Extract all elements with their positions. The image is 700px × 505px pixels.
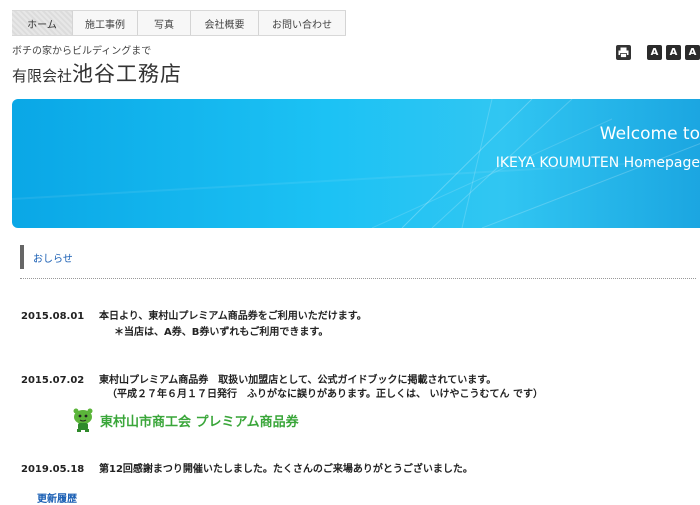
hero-banner: Welcome to IKEYA KOUMUTEN Homepage <box>12 99 700 228</box>
premium-voucher-banner[interactable]: 東村山市商工会 プレミアム商品券 <box>72 407 299 433</box>
news-text: 本日より、東村山プレミアム商品券をご利用いただけます。 <box>99 311 367 322</box>
tab-home[interactable]: ホーム <box>12 11 73 35</box>
news-item: 2019.05.18 第12回感謝まつり開催いたしました。たくさんのご来場ありがと… <box>21 460 473 475</box>
site-header: ボチの家からビルディングまで 有限会社池谷工務店 <box>0 38 700 96</box>
site-tagline: ボチの家からビルディングまで <box>12 46 152 57</box>
news-subtext: ＊当店は、A券、B券いずれもご利用できます。 <box>114 327 329 338</box>
premium-voucher-label: 東村山市商工会 プレミアム商品券 <box>100 414 299 430</box>
company-name: 池谷工務店 <box>72 62 183 86</box>
nav-tabs: ホーム 施工事例 写真 会社概要 お問い合わせ <box>12 10 346 36</box>
font-size-small-button[interactable]: A <box>647 45 662 60</box>
font-size-medium-button[interactable]: A <box>666 45 681 60</box>
news-heading: おしらせ <box>20 245 73 269</box>
page-tools: A A A <box>616 44 700 61</box>
mascot-icon <box>73 408 93 432</box>
tab-photos[interactable]: 写真 <box>138 11 191 35</box>
tab-company[interactable]: 会社概要 <box>191 11 259 35</box>
news-subtext: （平成２７年６月１７日発行 ふりがなに誤りがあります。正しくは、 いけやこうむて… <box>107 389 543 400</box>
news-item: 2015.08.01 本日より、東村山プレミアム商品券をご利用いただけます。 <box>21 307 367 322</box>
news-date: 2015.08.01 <box>21 311 85 322</box>
company-logo[interactable]: 有限会社池谷工務店 <box>12 58 182 88</box>
news-date: 2019.05.18 <box>21 464 85 475</box>
tab-works[interactable]: 施工事例 <box>73 11 138 35</box>
font-size-large-button[interactable]: A <box>685 45 700 60</box>
update-history-link[interactable]: 更新履歴 <box>37 490 77 505</box>
tab-contact[interactable]: お問い合わせ <box>259 11 346 35</box>
hero-site-name: IKEYA KOUMUTEN Homepage <box>495 155 700 171</box>
news-item: 2015.07.02 東村山プレミアム商品券 取扱い加盟店として、公式ガイドブック… <box>21 371 496 386</box>
company-prefix: 有限会社 <box>12 67 73 85</box>
top-navigation: ホーム 施工事例 写真 会社概要 お問い合わせ <box>0 0 700 38</box>
news-date: 2015.07.02 <box>21 375 85 386</box>
news-divider <box>20 278 696 279</box>
hero-welcome-text: Welcome to <box>599 124 700 144</box>
news-text: 第12回感謝まつり開催いたしました。たくさんのご来場ありがとうございました。 <box>99 464 473 475</box>
print-icon[interactable] <box>616 45 631 60</box>
